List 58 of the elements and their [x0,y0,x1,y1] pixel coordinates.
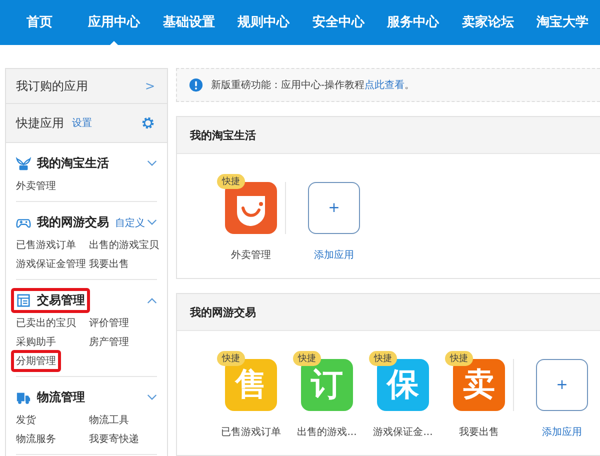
notice-text: 新版重磅功能：应用中心-操作教程点此查看。 [211,78,415,92]
add-app-link[interactable]: 添加应用 [542,425,582,439]
subscribed-apps-row[interactable]: 我订购的应用 > [6,69,167,104]
shortcut-badge: 快捷 [217,351,245,366]
add-app-link[interactable]: 添加应用 [314,248,354,262]
panel-title: 我的网游交易 [190,304,256,320]
subscribed-apps-label: 我订购的应用 [16,78,88,94]
nav-tab[interactable]: 服务中心 [376,0,450,45]
nav-tab[interactable]: 基础设置 [152,0,226,45]
panel-title: 我的淘宝生活 [190,128,256,142]
sidebar-link[interactable]: 分期管理 [11,350,61,372]
settings-link[interactable]: 设置 [72,116,92,130]
sidebar-link[interactable]: 出售的游戏宝贝 [84,234,164,256]
nav-tab[interactable]: 安全中心 [301,0,376,45]
sidebar-link[interactable]: 采购助手 [11,331,61,353]
group-heading: 我的网游交易 [11,210,114,235]
chevron-down-icon[interactable] [147,219,157,226]
sidebar-link[interactable]: 房产管理 [84,331,134,353]
sidebar-link[interactable]: 已售游戏订单 [11,234,81,256]
info-icon [189,78,203,92]
sidebar-link[interactable]: 物流服务 [11,428,61,450]
plant-pot-icon [16,156,31,171]
app-label: 我要出售 [459,426,499,439]
shortcut-badge: 快捷 [369,351,397,366]
add-app-button[interactable]: + [308,182,360,234]
app-label: 游戏保证金... [373,426,433,439]
shortcut-badge: 快捷 [293,351,321,366]
group-heading: 交易管理 [11,288,90,313]
add-app-button[interactable]: + [536,359,588,411]
sidebar-link[interactable]: 外卖管理 [11,175,61,197]
chevron-down-icon[interactable] [147,394,157,401]
truck-icon [16,390,31,405]
sidebar-link[interactable]: 已卖出的宝贝 [11,312,81,334]
sidebar-link[interactable]: 评价管理 [84,312,134,334]
app-label: 出售的游戏... [297,426,357,439]
document-list-icon [16,293,31,308]
app-label: 外卖管理 [231,248,271,262]
customize-link[interactable]: 自定义 [115,216,145,230]
nav-tab[interactable]: 首页 [2,0,77,45]
app-label: 已售游戏订单 [221,426,281,439]
shortcut-badge: 快捷 [445,351,473,366]
shortcut-apps-label: 快捷应用 [16,114,64,132]
settings-icon[interactable] [141,116,155,130]
group-heading: 物流管理 [11,385,90,410]
arrow-icon: > [144,79,155,93]
shortcut-badge: 快捷 [217,174,245,189]
sidebar-link[interactable]: 物流工具 [84,409,134,431]
nav-tab[interactable]: 淘宝大学 [525,0,600,45]
view-link[interactable]: 点此查看 [364,80,405,91]
sidebar-link[interactable]: 发货 [11,409,41,431]
nav-tab[interactable]: 规则中心 [226,0,301,45]
nav-tab[interactable]: 应用中心 [76,0,152,45]
nav-tab[interactable]: 卖家论坛 [450,0,526,45]
chevron-up-icon[interactable] [147,297,157,304]
sidebar-link[interactable]: 我要出售 [84,253,134,275]
group-heading: 我的淘宝生活 [11,151,114,176]
chevron-down-icon[interactable] [147,160,157,167]
sidebar-link[interactable]: 我要寄快递 [84,428,144,450]
